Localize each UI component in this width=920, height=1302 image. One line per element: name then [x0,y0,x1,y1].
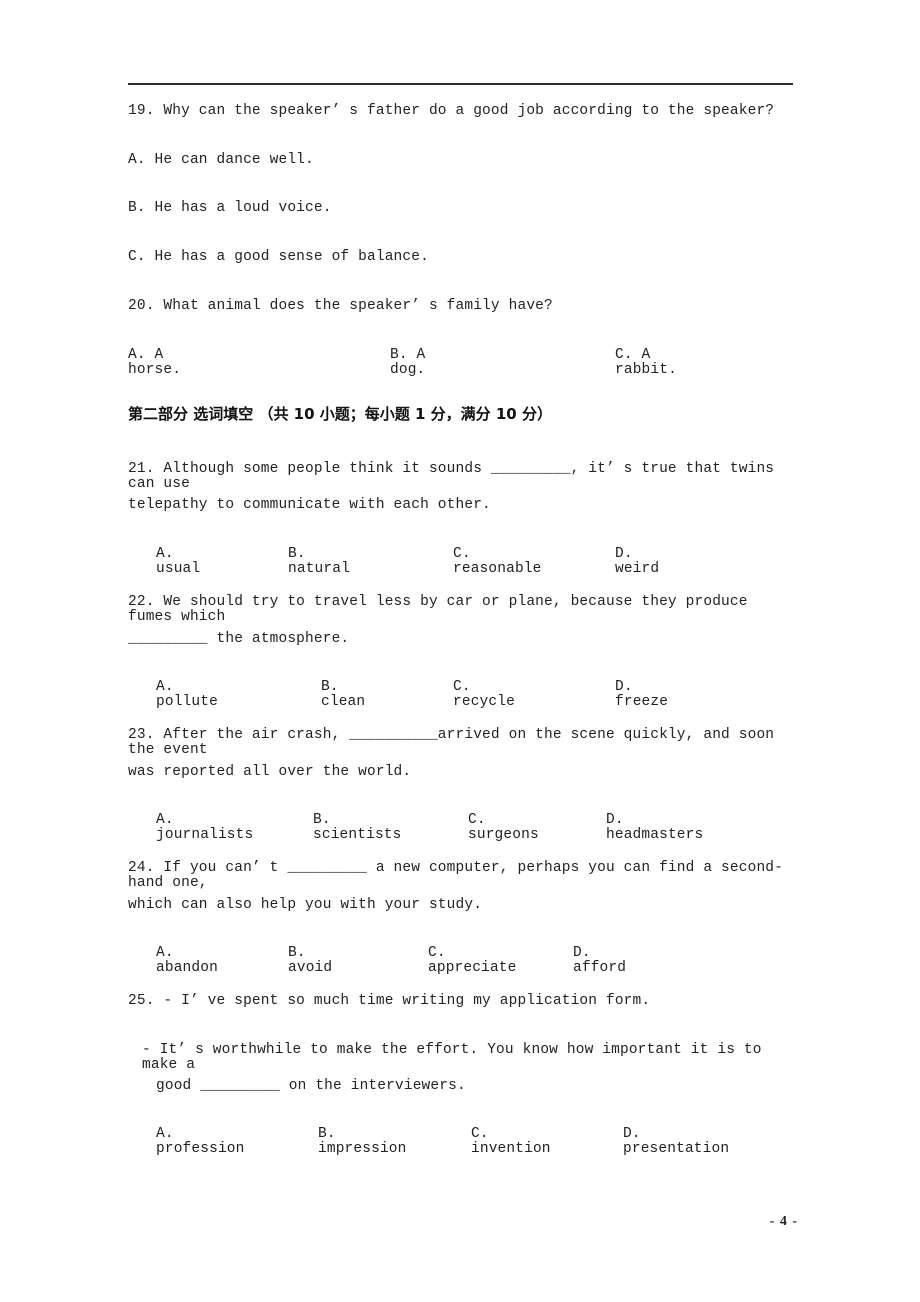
question-21-option-a[interactable]: A. usual [156,547,200,576]
question-21-stem-line-1: 21. Although some people think it sounds… [128,461,784,492]
question-22-option-b[interactable]: B. clean [321,680,365,709]
question-23-option-c[interactable]: C. surgeons [468,813,539,842]
question-24-option-a[interactable]: A. abandon [156,946,218,975]
question-24-option-b[interactable]: B. avoid [288,946,332,975]
question-22-option-d[interactable]: D. freeze [615,680,668,709]
question-25-options: A. profession B. impression C. invention… [128,1127,729,1156]
question-24-option-c[interactable]: C. appreciate [428,946,517,975]
question-21-option-c[interactable]: C. reasonable [453,547,542,576]
question-20-option-b[interactable]: B. A dog. [390,348,425,377]
question-22-stem-line-1: 22. We should try to travel less by car … [128,594,757,625]
question-22-option-c[interactable]: C. recycle [453,680,515,709]
section-heading: 第二部分 选词填空 （共 10 小题；每小题 1 分，满分 10 分） [128,405,552,423]
question-24-option-d[interactable]: D. afford [573,946,626,975]
question-23-options: A. journalists B. scientists C. surgeons… [128,813,703,842]
question-21-stem-line-2: telepathy to communicate with each other… [128,497,491,513]
question-25-stem-line-2: - It’ s worthwhile to make the effort. Y… [142,1042,771,1073]
question-20-option-a[interactable]: A. A horse. [128,348,181,377]
question-21-option-d[interactable]: D. weird [615,547,659,576]
question-22-option-a[interactable]: A. pollute [156,680,218,709]
question-25-option-c[interactable]: C. invention [471,1127,551,1156]
question-25-option-a[interactable]: A. profession [156,1127,245,1156]
question-19-option-a[interactable]: A. He can dance well. [128,153,314,168]
question-24-options: A. abandon B. avoid C. appreciate D. aff… [128,946,626,975]
question-25-stem-line-1: 25. - I’ ve spent so much time writing m… [128,993,651,1009]
question-23-option-a[interactable]: A. journalists [156,813,253,842]
question-22-options: A. pollute B. clean C. recycle D. freeze [128,680,668,709]
question-20-option-c[interactable]: C. A rabbit. [615,348,677,377]
question-24-stem-line-2: which can also help you with your study. [128,897,483,913]
question-24-stem-line-1: 24. If you can’ t _________ a new comput… [128,860,784,891]
question-23-option-b[interactable]: B. scientists [313,813,402,842]
question-25-stem-line-3: good _________ on the interviewers. [156,1078,466,1094]
document-page: 19. Why can the speaker’ s father do a g… [0,0,920,1302]
question-23-stem-line-1: 23. After the air crash, __________arriv… [128,727,784,758]
question-23-option-d[interactable]: D. headmasters [606,813,703,842]
question-22-stem-line-2: _________ the atmosphere. [128,631,350,647]
page-number: - 4 - [769,1214,798,1229]
question-20-stem: 20. What animal does the speaker’ s fami… [128,298,553,314]
question-21-options: A. usual B. natural C. reasonable D. wei… [128,547,659,576]
question-23-stem-line-2: was reported all over the world. [128,764,412,780]
question-25-option-d[interactable]: D. presentation [623,1127,729,1156]
header-rule [128,83,793,85]
question-19-stem: 19. Why can the speaker’ s father do a g… [128,103,775,119]
question-21-option-b[interactable]: B. natural [288,547,350,576]
question-20-options: A. A horse. B. A dog. C. A rabbit. [128,348,677,377]
question-19-option-c[interactable]: C. He has a good sense of balance. [128,250,429,265]
question-19-option-b[interactable]: B. He has a loud voice. [128,201,332,216]
question-25-option-b[interactable]: B. impression [318,1127,407,1156]
